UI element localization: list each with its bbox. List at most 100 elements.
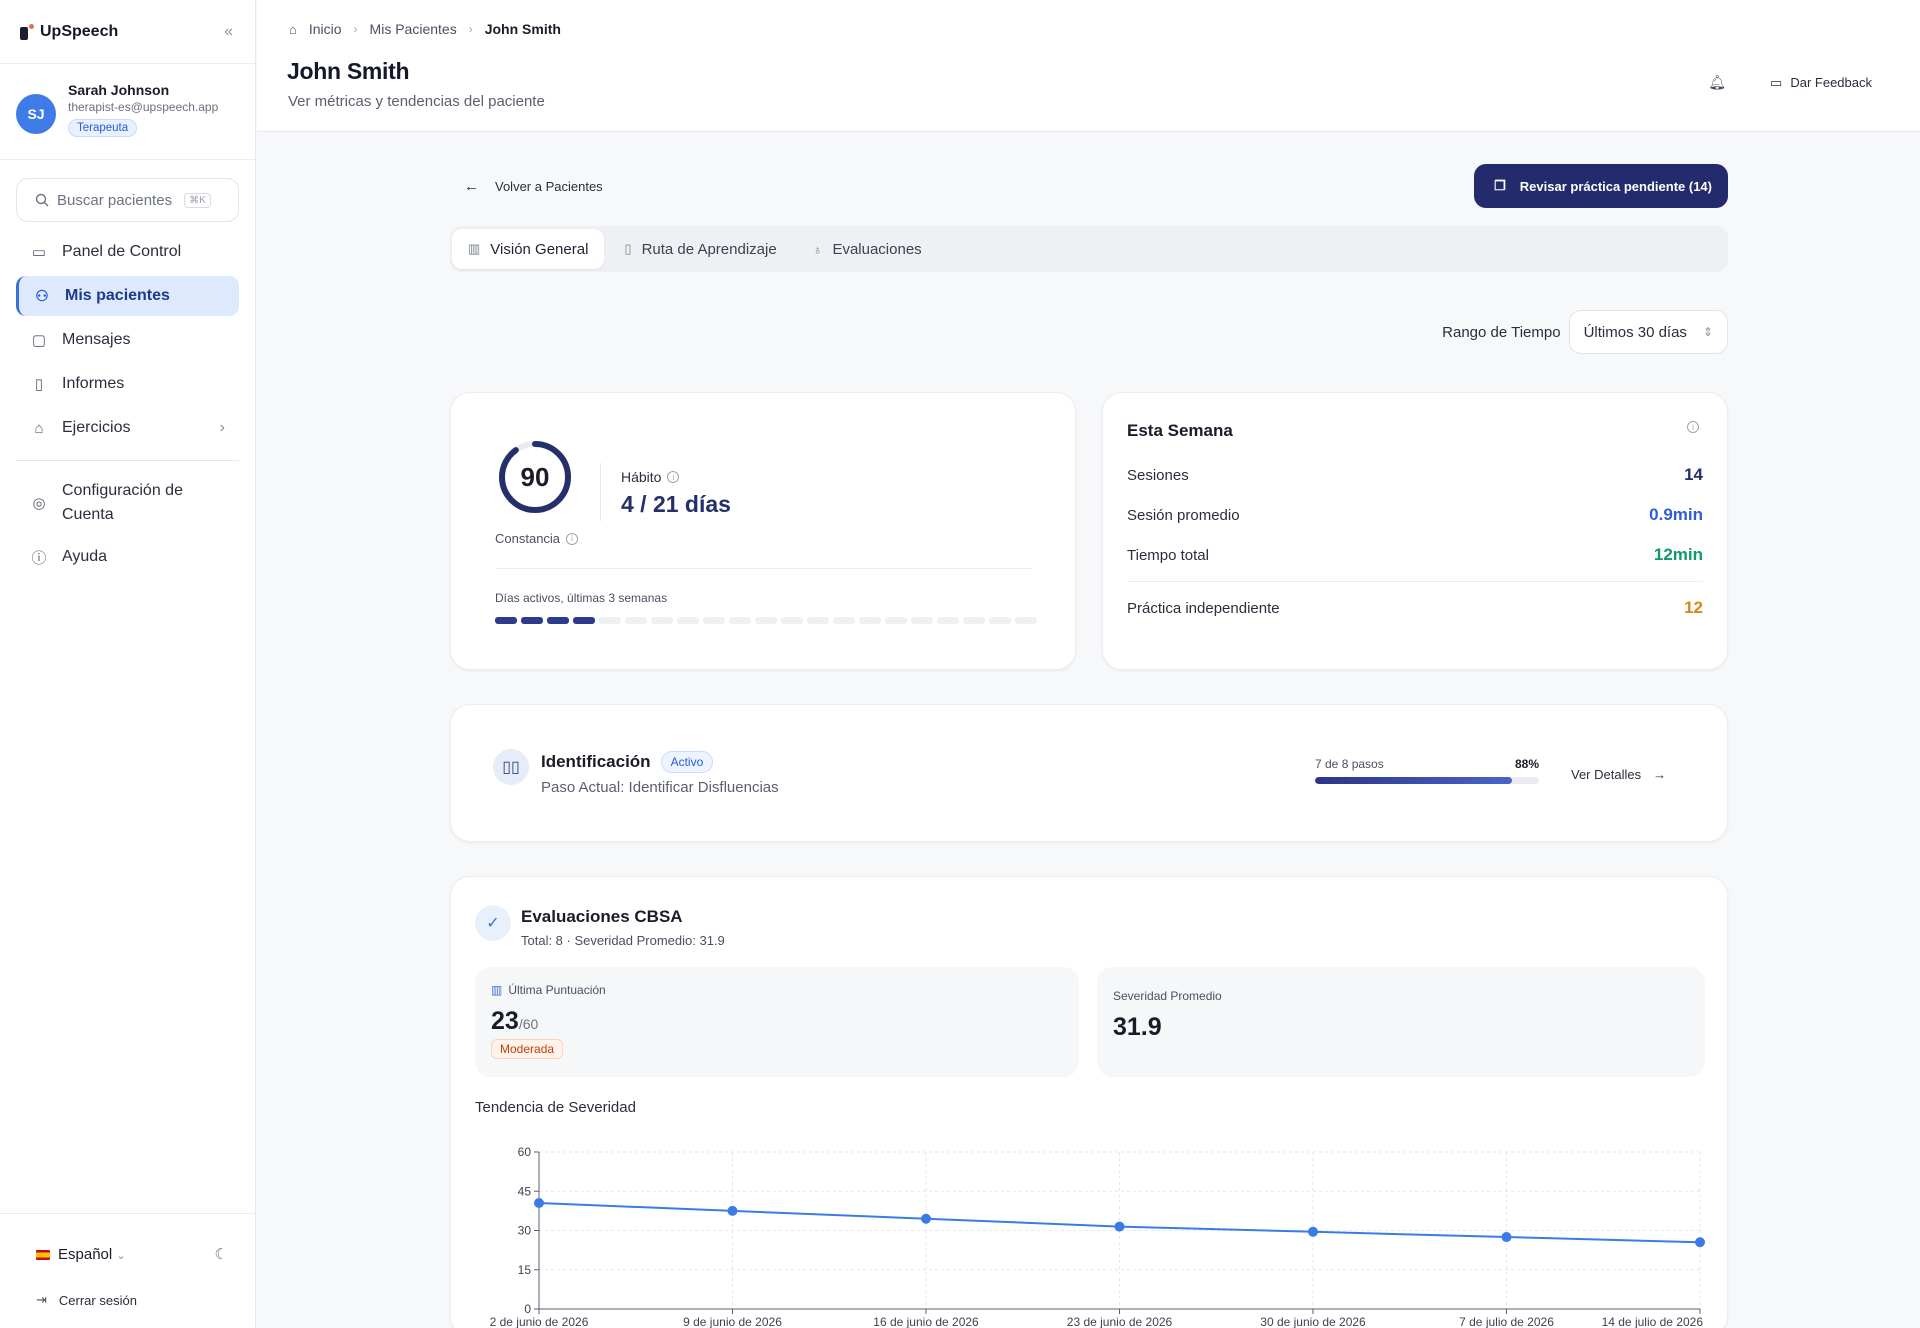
last-score-number: 23 xyxy=(491,1007,519,1035)
sidebar-item-dashboard[interactable]: ▭ Panel de Control xyxy=(16,232,239,272)
day-bar xyxy=(833,617,855,624)
day-bar xyxy=(625,617,647,624)
arrow-right-icon: → xyxy=(1653,767,1667,782)
bell-icon[interactable]: 🔔︎ xyxy=(1708,74,1726,91)
spain-flag-icon xyxy=(36,1249,50,1260)
breadcrumb-patients[interactable]: Mis Pacientes xyxy=(370,21,457,37)
severity-badge: Moderada xyxy=(491,1039,564,1059)
day-bar xyxy=(573,617,595,624)
book-icon: ▯ xyxy=(624,241,632,256)
data-point xyxy=(921,1213,931,1224)
info-icon[interactable]: i xyxy=(1687,421,1699,433)
y-tick-label: 30 xyxy=(518,1224,532,1238)
home-icon: ⌂ xyxy=(289,21,297,37)
learning-path-card: ▯▯ Identificación Activo Paso Actual: Id… xyxy=(450,704,1728,842)
sidebar-item-label: Configuración de Cuenta xyxy=(62,482,183,523)
progress-fill xyxy=(1315,777,1513,784)
progress-track xyxy=(1315,777,1539,784)
week-stats: Sesiones 14 Sesión promedio 0.9min Tiemp… xyxy=(1127,455,1703,628)
clipboard-icon: ❐ xyxy=(1494,178,1506,193)
search-icon xyxy=(35,193,49,207)
cbsa-evaluations-card: ✓ Evaluaciones CBSA Total: 8 · Severidad… xyxy=(450,876,1728,1328)
tab-overview[interactable]: ▥ Visión General xyxy=(452,229,605,269)
logo[interactable]: UpSpeech xyxy=(20,23,118,41)
sidebar-item-messages[interactable]: ▢ Mensajes xyxy=(16,320,239,360)
language-label: Español xyxy=(58,1245,113,1263)
data-point xyxy=(1695,1237,1705,1248)
chevron-right-icon: › xyxy=(353,22,358,36)
day-bar xyxy=(807,617,829,624)
habit-label-text: Hábito xyxy=(621,469,662,485)
sidebar-footer: Español ⌄ ☾ ⇥ Cerrar sesión xyxy=(0,1213,256,1328)
logout-label: Cerrar sesión xyxy=(58,1292,137,1308)
y-tick-label: 0 xyxy=(524,1302,531,1316)
breadcrumb-home[interactable]: Inicio xyxy=(309,21,342,37)
x-tick-label: 7 de julio de 2026 xyxy=(1459,1315,1554,1328)
logo-row: UpSpeech « xyxy=(0,0,255,64)
bar-chart-icon: ▥ xyxy=(468,241,481,256)
sidebar-item-exercises[interactable]: ⌂ Ejercicios › xyxy=(16,408,239,448)
user-name: Sarah Johnson xyxy=(68,82,170,98)
consistency-label-text: Constancia xyxy=(495,531,561,546)
tab-evaluations[interactable]: ♁ Evaluaciones xyxy=(797,229,938,269)
info-icon[interactable]: i xyxy=(566,532,579,545)
day-bar xyxy=(495,617,517,624)
tab-label: Evaluaciones xyxy=(832,240,922,258)
stat-value: 12min xyxy=(1653,545,1703,564)
stat-label: Sesiones xyxy=(1127,466,1189,484)
sidebar-item-label: Mensajes xyxy=(62,331,131,348)
day-bar xyxy=(1015,617,1037,624)
collapse-sidebar-icon[interactable]: « xyxy=(224,23,233,41)
stat-value: 0.9min xyxy=(1649,505,1703,524)
tab-label: Ruta de Aprendizaje xyxy=(641,240,777,258)
sidebar-item-help[interactable]: ⓘ Ayuda xyxy=(16,537,239,577)
x-tick-label: 16 de junio de 2026 xyxy=(873,1315,979,1328)
sidebar-item-account-settings[interactable]: ◎ Configuración de Cuenta xyxy=(16,473,239,533)
chat-icon: ▭ xyxy=(1770,74,1783,90)
day-bar xyxy=(781,617,803,624)
back-to-patients-link[interactable]: ← Volver a Pacientes xyxy=(464,178,603,195)
day-bar xyxy=(937,617,959,624)
time-range-select[interactable]: Últimos 30 días ⇕ xyxy=(1568,310,1728,354)
messages-icon: ▢ xyxy=(31,332,47,349)
top-actions-row: ← Volver a Pacientes ❐ Revisar práctica … xyxy=(450,132,1728,226)
cbsa-title: Evaluaciones CBSA xyxy=(521,907,683,926)
breadcrumb-current: John Smith xyxy=(484,21,561,37)
avg-severity-value: 31.9 xyxy=(1113,1013,1162,1041)
user-profile: SJ Sarah Johnson therapist-es@upspeech.a… xyxy=(0,64,255,160)
avatar[interactable]: SJ xyxy=(16,94,56,134)
user-circle-icon: ◎ xyxy=(32,495,46,512)
feedback-button[interactable]: ▭ Dar Feedback xyxy=(1770,75,1872,91)
clipboard-check-icon: ✓ xyxy=(475,905,511,941)
sidebar-item-label: Ejercicios xyxy=(62,419,131,436)
logout-button[interactable]: ⇥ Cerrar sesión xyxy=(0,1272,256,1328)
last-score-value: 23/60 xyxy=(491,1007,538,1036)
data-point xyxy=(1114,1221,1125,1232)
language-selector[interactable]: Español ⌄ ☾ xyxy=(0,1236,256,1272)
review-pending-practice-button[interactable]: ❐ Revisar práctica pendiente (14) xyxy=(1474,164,1728,208)
nav-divider xyxy=(16,460,239,461)
stat-label: Sesión promedio xyxy=(1127,506,1240,524)
active-days-bars xyxy=(495,617,1037,624)
habit-card: 90 Constancia i Hábito i 4 / 21 días Día… xyxy=(450,392,1076,670)
week-row-total-time: Tiempo total 12min xyxy=(1127,535,1703,575)
day-bar xyxy=(521,617,543,624)
steps-label: 7 de 8 pasos xyxy=(1315,757,1384,771)
sidebar-item-patients[interactable]: ⚇ Mis pacientes xyxy=(16,276,239,316)
x-tick-label: 2 de junio de 2026 xyxy=(490,1315,589,1328)
logo-mark-icon xyxy=(20,23,34,41)
info-icon[interactable]: i xyxy=(667,471,680,483)
data-point xyxy=(534,1198,544,1209)
tab-learning-path[interactable]: ▯ Ruta de Aprendizaje xyxy=(608,229,792,269)
arrow-left-icon: ← xyxy=(464,177,479,195)
page-subtitle: Ver métricas y tendencias del paciente xyxy=(288,93,545,110)
user-email: therapist-es@upspeech.app xyxy=(68,100,219,114)
stat-value: 14 xyxy=(1684,465,1703,484)
avg-severity-box: Severidad Promedio 31.9 xyxy=(1097,967,1705,1077)
search-input[interactable]: Buscar pacientes ⌘K xyxy=(16,178,239,222)
view-details-link[interactable]: Ver Detalles → xyxy=(1571,767,1666,782)
moon-icon[interactable]: ☾ xyxy=(215,1245,228,1263)
chevron-updown-icon: ⇕ xyxy=(1702,325,1713,339)
day-bar xyxy=(677,617,699,624)
sidebar-item-reports[interactable]: ▯ Informes xyxy=(16,364,239,404)
